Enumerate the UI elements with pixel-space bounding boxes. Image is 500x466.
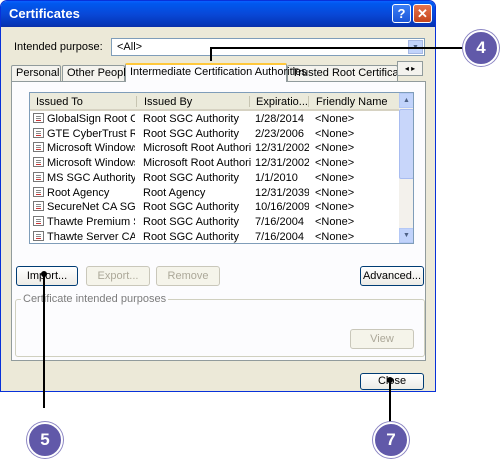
- cell-to: Microsoft Windows ...: [47, 142, 135, 155]
- cell-name: <None>: [315, 113, 355, 125]
- cell-name: <None>: [315, 215, 355, 228]
- callout-line-5: [43, 274, 45, 408]
- list-header: Issued To Issued By Expiratio... Friendl…: [30, 93, 399, 111]
- certificate-icon: [33, 142, 44, 153]
- tab-intermediate-ca[interactable]: Intermediate Certification Authorities: [125, 63, 307, 82]
- certificate-icon: [33, 171, 44, 182]
- certificate-icon: [33, 230, 44, 241]
- certificate-list[interactable]: Issued To Issued By Expiratio... Friendl…: [29, 92, 414, 244]
- cell-exp: 12/31/2039: [255, 186, 309, 199]
- column-divider[interactable]: [308, 96, 309, 107]
- tab-label: Personal: [16, 67, 60, 79]
- cell-by: Root SGC Authority: [143, 127, 239, 140]
- cell-exp: 10/16/2009: [255, 201, 309, 214]
- view-button[interactable]: View: [350, 329, 414, 349]
- export-button[interactable]: Export...: [86, 266, 150, 286]
- cell-by: Root SGC Authority: [143, 113, 239, 125]
- tab-label: Other People: [67, 67, 132, 79]
- cell-exp: 12/31/2002: [255, 142, 309, 155]
- certificate-icon: [33, 201, 44, 212]
- cell-by: Microsoft Root Authority: [143, 157, 251, 170]
- callout-7: 7: [373, 422, 409, 458]
- cell-name: <None>: [315, 186, 355, 199]
- scroll-down-icon[interactable]: ▼: [399, 228, 413, 243]
- tab-personal[interactable]: Personal: [11, 65, 61, 81]
- cell-name: <None>: [315, 127, 355, 140]
- callout-4: 4: [463, 30, 499, 66]
- cell-to: GTE CyberTrust Root: [47, 127, 135, 140]
- cell-exp: 1/1/2010: [255, 171, 298, 184]
- window-title: Certificates: [9, 6, 80, 21]
- cell-to: MS SGC Authority: [47, 171, 135, 184]
- help-button[interactable]: ?: [392, 4, 411, 23]
- cell-to: GlobalSign Root CA: [47, 113, 135, 125]
- cell-by: Root Agency: [143, 186, 206, 199]
- cell-name: <None>: [315, 201, 355, 214]
- callout-line-4-drop: [210, 47, 212, 61]
- close-window-button[interactable]: ✕: [413, 4, 432, 23]
- table-row[interactable]: Microsoft Windows ... Microsoft Root Auth…: [30, 156, 399, 170]
- callout-5: 5: [27, 422, 63, 458]
- certificate-icon: [33, 186, 44, 197]
- callout-line-4: [210, 47, 464, 49]
- scroll-thumb[interactable]: [399, 109, 413, 179]
- table-row[interactable]: GlobalSign Root CA Root SGC Authority 1/28…: [30, 112, 399, 126]
- tab-label: Trusted Root Certification: [292, 67, 398, 79]
- certificates-dialog: Certificates ? ✕ Intended purpose: <All>…: [0, 0, 436, 392]
- table-row[interactable]: Thawte Premium Se... Root SGC Authority 7/…: [30, 215, 399, 229]
- tab-scroll-arrows[interactable]: ◂ ▸: [397, 61, 423, 76]
- callout-line-7: [389, 380, 391, 422]
- cell-name: <None>: [315, 230, 355, 243]
- certificate-icon: [33, 113, 44, 123]
- column-divider[interactable]: [136, 96, 137, 107]
- import-button[interactable]: Import...: [16, 266, 78, 286]
- table-row[interactable]: GTE CyberTrust Root Root SGC Authority 2/2…: [30, 127, 399, 141]
- cell-by: Root SGC Authority: [143, 201, 239, 214]
- certificate-icon: [33, 127, 44, 138]
- column-divider[interactable]: [249, 96, 250, 107]
- scroll-up-icon[interactable]: ▲: [399, 93, 413, 108]
- cell-exp: 1/28/2014: [255, 113, 304, 125]
- cell-to: Root Agency: [47, 186, 110, 199]
- table-row[interactable]: Root Agency Root Agency 12/31/2039 <None>: [30, 186, 399, 200]
- cell-by: Root SGC Authority: [143, 171, 239, 184]
- cell-exp: 2/23/2006: [255, 127, 304, 140]
- table-row[interactable]: MS SGC Authority Root SGC Authority 1/1/20…: [30, 171, 399, 185]
- cell-to: Thawte Server CA: [47, 230, 135, 243]
- cell-name: <None>: [315, 142, 355, 155]
- column-issued-by[interactable]: Issued By: [144, 96, 192, 108]
- cell-to: SecureNet CA SGC ...: [47, 201, 135, 214]
- cell-exp: 7/16/2004: [255, 230, 304, 243]
- cell-name: <None>: [315, 171, 355, 184]
- cell-exp: 12/31/2002: [255, 157, 309, 170]
- cell-by: Microsoft Root Authority: [143, 142, 251, 155]
- title-bar[interactable]: Certificates ? ✕: [1, 1, 435, 27]
- column-expiration[interactable]: Expiratio...: [256, 96, 308, 108]
- intended-purpose-value: <All>: [117, 41, 143, 53]
- advanced-button[interactable]: Advanced...: [360, 266, 424, 286]
- cell-by: Root SGC Authority: [143, 215, 239, 228]
- cell-to: Thawte Premium Se...: [47, 215, 135, 228]
- remove-button[interactable]: Remove: [156, 266, 220, 286]
- vertical-scrollbar[interactable]: ▲ ▼: [399, 93, 413, 243]
- cell-to: Microsoft Windows ...: [47, 157, 135, 170]
- certificate-icon: [33, 157, 44, 168]
- intended-purpose-label: Intended purpose:: [14, 41, 103, 53]
- cell-name: <None>: [315, 157, 355, 170]
- table-row[interactable]: SecureNet CA SGC ... Root SGC Authority 10…: [30, 200, 399, 214]
- tab-label: Intermediate Certification Authorities: [130, 66, 307, 78]
- certificate-icon: [33, 215, 44, 226]
- cell-exp: 7/16/2004: [255, 215, 304, 228]
- column-friendly-name[interactable]: Friendly Name: [316, 96, 388, 108]
- column-issued-to[interactable]: Issued To: [36, 96, 83, 108]
- cell-by: Root SGC Authority: [143, 230, 239, 243]
- tab-other-people[interactable]: Other People: [62, 65, 132, 81]
- table-row[interactable]: Microsoft Windows ... Microsoft Root Auth…: [30, 141, 399, 155]
- table-row[interactable]: Thawte Server CA Root SGC Authority 7/16/2…: [30, 230, 399, 243]
